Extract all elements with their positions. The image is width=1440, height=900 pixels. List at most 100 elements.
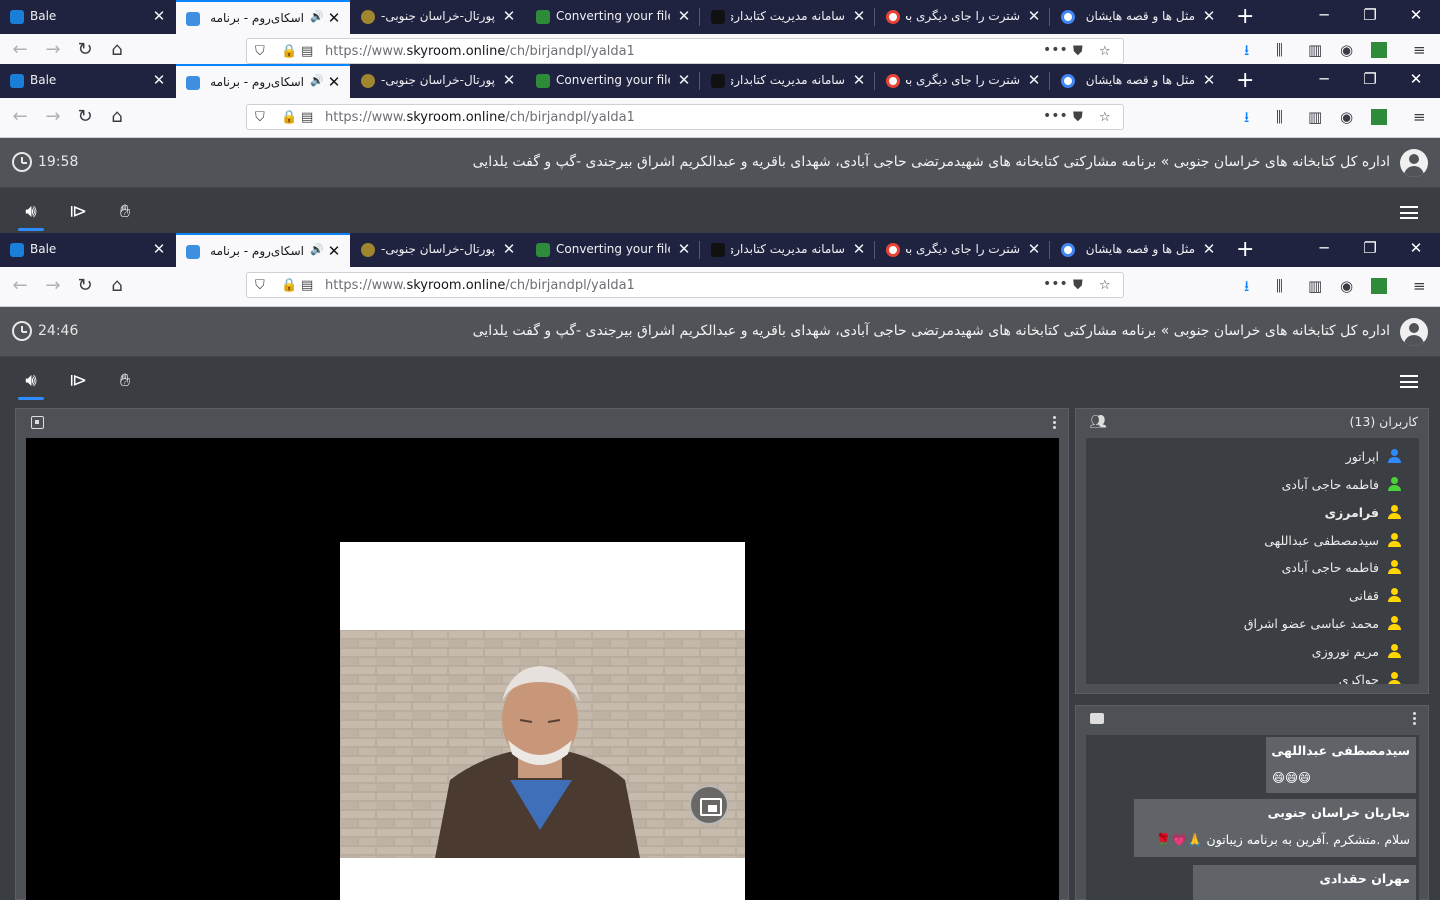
room-menu-icon[interactable]	[1400, 375, 1418, 388]
tab-skyroom[interactable]: اسکای‌روم - برنامه م 🔊 ✕	[176, 233, 350, 267]
list-item[interactable]: سیدمصطفی عبداللهی	[1264, 530, 1401, 550]
permissions-icon[interactable]: ▤	[301, 278, 313, 293]
close-icon[interactable]: ✕	[1201, 241, 1217, 257]
close-window-icon[interactable]: ✕	[1406, 239, 1426, 257]
bookmark-star-icon[interactable]: ☆	[1099, 110, 1111, 125]
close-icon[interactable]: ✕	[676, 241, 692, 257]
download-icon[interactable]: ⭳	[1244, 278, 1249, 294]
room-menu-icon[interactable]	[1400, 206, 1418, 219]
tab-converting[interactable]: Converting your file ✕	[526, 233, 700, 267]
library-icon[interactable]: ⫼	[1276, 109, 1283, 125]
home-icon[interactable]: ⌂	[106, 41, 128, 59]
user-list[interactable]: اپراتور فاطمه حاجی آبادی فرامرزی سیدمصطف…	[1086, 438, 1419, 684]
speaker-icon[interactable]: 🔊	[310, 243, 324, 256]
page-actions-icon[interactable]: •••	[1043, 108, 1068, 124]
user-avatar-icon[interactable]	[1400, 318, 1428, 346]
url-text[interactable]: https://www.skyroom.online/ch/birjandpl/…	[325, 278, 635, 293]
extension-icon[interactable]	[1371, 42, 1387, 58]
list-item[interactable]: مریم نوروزی	[1312, 641, 1401, 661]
close-icon[interactable]: ✕	[1026, 241, 1042, 257]
menu-icon[interactable]: ≡	[1413, 278, 1426, 294]
pocket-icon[interactable]: ⛊	[1073, 110, 1083, 125]
tab-library[interactable]: سامانه مدیریت کتابداری ✕	[701, 233, 875, 267]
url-text[interactable]: https://www.skyroom.online/ch/birjandpl/…	[325, 44, 635, 59]
close-icon[interactable]: ✕	[501, 8, 517, 24]
tab-bale[interactable]: Bale ✕	[0, 0, 175, 34]
tab-library[interactable]: سامانه مدیریت کتابداری ✕	[701, 0, 875, 34]
raise-hand-icon[interactable]: ✋︎	[112, 371, 138, 391]
restore-icon[interactable]: ❐	[1360, 70, 1380, 88]
tab-portal[interactable]: پورتال-خراسان جنوبی-ج ✕	[351, 0, 525, 34]
speaker-volume-icon[interactable]: 🔊︎	[18, 202, 44, 231]
tab-bale[interactable]: Bale ✕	[0, 64, 175, 98]
address-bar[interactable]: ⛉ 🔒 ▤ https://www.skyroom.online/ch/birj…	[246, 272, 1124, 298]
download-icon[interactable]: ⭳	[1244, 42, 1249, 58]
restore-icon[interactable]: ❐	[1360, 6, 1380, 24]
address-bar[interactable]: ⛉ 🔒 ▤ https://www.skyroom.online/ch/birj…	[246, 38, 1124, 64]
close-icon[interactable]: ✕	[501, 72, 517, 88]
pocket-icon[interactable]: ⛊	[1073, 44, 1083, 59]
list-item[interactable]: جواکری	[1339, 669, 1401, 684]
restore-icon[interactable]: ❐	[1360, 239, 1380, 257]
close-icon[interactable]: ✕	[151, 72, 167, 88]
forward-icon[interactable]: →	[42, 277, 64, 295]
list-item[interactable]: اپراتور	[1346, 446, 1401, 466]
speaker-volume-icon[interactable]: 🔊︎	[18, 371, 44, 400]
chat-messages[interactable]: سیدمصطفی عبداللهی 😄😄😄 نجاریان خراسان جنو…	[1086, 735, 1419, 900]
new-tab-button[interactable]: +	[1236, 239, 1254, 261]
minimize-icon[interactable]: ─	[1314, 70, 1334, 88]
permissions-icon[interactable]: ▤	[301, 110, 313, 125]
bookmark-star-icon[interactable]: ☆	[1099, 44, 1111, 59]
library-icon[interactable]: ⫼	[1276, 42, 1283, 58]
back-icon[interactable]: ←	[9, 277, 31, 295]
picture-in-picture-button[interactable]	[689, 785, 729, 825]
speaker-icon[interactable]: 🔊	[310, 74, 324, 87]
tab-google-1[interactable]: شترت را جای دیگری بخو ✕	[876, 0, 1050, 34]
close-icon[interactable]: ✕	[1026, 72, 1042, 88]
close-icon[interactable]: ✕	[151, 241, 167, 257]
user-avatar-icon[interactable]	[1400, 149, 1428, 177]
tab-portal[interactable]: پورتال-خراسان جنوبی-ج ✕	[351, 64, 525, 98]
lock-icon[interactable]: 🔒	[281, 44, 297, 59]
close-icon[interactable]: ✕	[676, 8, 692, 24]
list-item[interactable]: فرامرزی	[1325, 502, 1401, 522]
back-icon[interactable]: ←	[9, 108, 31, 126]
close-icon[interactable]: ✕	[501, 241, 517, 257]
shield-icon[interactable]: ⛉	[255, 110, 265, 125]
list-item[interactable]: قفانی	[1349, 585, 1401, 605]
tab-skyroom[interactable]: اسکای‌روم - برنامه م 🔊 ✕	[176, 64, 350, 98]
reload-icon[interactable]: ↻	[74, 41, 96, 59]
new-tab-button[interactable]: +	[1236, 70, 1254, 92]
tab-converting[interactable]: Converting your file ✕	[526, 0, 700, 34]
address-bar[interactable]: ⛉ 🔒 ▤ https://www.skyroom.online/ch/birj…	[246, 104, 1124, 130]
list-item[interactable]: محمد عباسی عضو اشراق	[1244, 613, 1401, 633]
home-icon[interactable]: ⌂	[106, 277, 128, 295]
close-window-icon[interactable]: ✕	[1406, 6, 1426, 24]
tab-google-2[interactable]: مثل ها و قصه هایشان ه ✕	[1051, 64, 1225, 98]
close-icon[interactable]: ✕	[851, 8, 867, 24]
new-tab-button[interactable]: +	[1236, 6, 1254, 28]
tab-google-1[interactable]: شترت را جای دیگری بخو ✕	[876, 233, 1050, 267]
close-icon[interactable]: ✕	[326, 243, 342, 259]
close-icon[interactable]: ✕	[326, 74, 342, 90]
tab-converting[interactable]: Converting your file ✕	[526, 64, 700, 98]
video-play-icon[interactable]: ⧐	[65, 371, 91, 391]
home-icon[interactable]: ⌂	[106, 108, 128, 126]
lock-icon[interactable]: 🔒	[281, 278, 297, 293]
forward-icon[interactable]: →	[42, 108, 64, 126]
tab-google-1[interactable]: شترت را جای دیگری بخو ✕	[876, 64, 1050, 98]
extension-icon[interactable]	[1371, 278, 1387, 294]
url-text[interactable]: https://www.skyroom.online/ch/birjandpl/…	[325, 110, 635, 125]
tab-google-2[interactable]: مثل ها و قصه هایشان ه ✕	[1051, 0, 1225, 34]
sidebar-icon[interactable]: ▥	[1308, 109, 1322, 125]
video-stream[interactable]	[340, 542, 745, 900]
raise-hand-icon[interactable]: ✋︎	[112, 202, 138, 222]
sidebar-icon[interactable]: ▥	[1308, 278, 1322, 294]
video-options-icon[interactable]	[1053, 416, 1056, 429]
page-actions-icon[interactable]: •••	[1043, 276, 1068, 292]
permissions-icon[interactable]: ▤	[301, 44, 313, 59]
reload-icon[interactable]: ↻	[74, 277, 96, 295]
close-icon[interactable]: ✕	[851, 72, 867, 88]
back-icon[interactable]: ←	[9, 41, 31, 59]
account-icon[interactable]: ◉	[1340, 278, 1353, 294]
